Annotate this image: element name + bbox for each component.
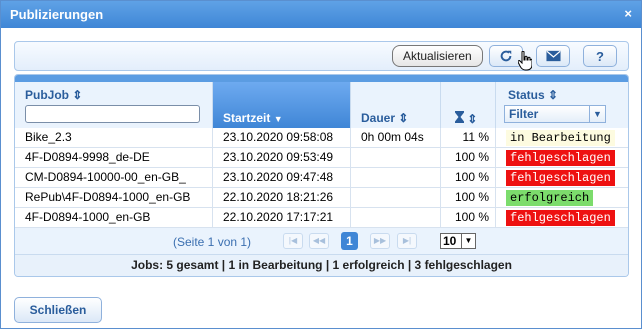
table-accent-bar: [15, 75, 628, 82]
page-info: (Seite 1 von 1): [173, 235, 252, 249]
percent-cell: 100 %: [441, 208, 496, 227]
sort-descending-icon: ▼: [273, 114, 283, 124]
status-cell: fehlgeschlagen: [496, 208, 628, 227]
dauer-cell: [351, 168, 441, 187]
column-header-pubjob[interactable]: PubJob ⇕: [15, 82, 213, 128]
status-filter-select[interactable]: Filter ▼: [504, 105, 606, 123]
percent-cell: 100 %: [441, 148, 496, 167]
prev-page-button[interactable]: ◀◀: [309, 233, 329, 249]
refresh-tooltip: Aktualisieren: [392, 45, 483, 67]
status-header-label: Status ⇕: [508, 88, 559, 102]
pubjob-filter-input[interactable]: [25, 105, 200, 123]
refresh-icon: [500, 50, 512, 62]
chevron-down-icon: ▼: [589, 106, 605, 122]
pager: (Seite 1 von 1) |◀ ◀◀ 1 ▶▶ ▶| 10 ▼: [15, 228, 628, 254]
status-badge: fehlgeschlagen: [506, 170, 615, 186]
toolbar: Aktualisieren ?: [14, 41, 629, 71]
status-filter-label: Filter: [509, 107, 539, 121]
page-size-value: 10: [443, 234, 457, 248]
startzeit-cell: 22.10.2020 18:21:26: [213, 188, 351, 207]
help-button[interactable]: ?: [583, 45, 617, 67]
column-header-status[interactable]: Status ⇕ Filter ▼: [496, 82, 628, 128]
jobs-summary: Jobs: 5 gesamt | 1 in Bearbeitung | 1 er…: [15, 254, 628, 276]
dauer-cell: [351, 208, 441, 227]
status-cell: in Bearbeitung: [496, 128, 628, 147]
hourglass-icon: [455, 111, 464, 123]
column-header-progress[interactable]: ⇕: [441, 82, 496, 128]
last-page-button[interactable]: ▶|: [397, 233, 417, 249]
dauer-cell: [351, 148, 441, 167]
table-row[interactable]: 4F-D0894-9998_de-DE 23.10.2020 09:53:49 …: [15, 148, 628, 168]
page-size-select[interactable]: 10 ▼: [440, 233, 476, 249]
status-cell: erfolgreich: [496, 188, 628, 207]
publication-dialog: Publizierungen × Aktualisieren ? PubJob …: [0, 0, 642, 329]
column-header-startzeit[interactable]: Startzeit ▼: [213, 82, 351, 128]
pubjob-cell: 4F-D0894-9998_de-DE: [15, 148, 213, 167]
status-badge: fehlgeschlagen: [506, 210, 615, 226]
percent-cell: 100 %: [441, 188, 496, 207]
startzeit-cell: 23.10.2020 09:58:08: [213, 128, 351, 147]
dialog-title: Publizierungen: [10, 7, 104, 22]
pubjob-cell: RePub\4F-D0894-1000_en-GB: [15, 188, 213, 207]
dauer-header-label: Dauer ⇕: [361, 111, 409, 125]
percent-cell: 100 %: [441, 168, 496, 187]
status-badge: fehlgeschlagen: [506, 150, 615, 166]
dauer-cell: 0h 00m 04s: [351, 128, 441, 147]
column-header-dauer[interactable]: Dauer ⇕: [351, 82, 441, 128]
table-row[interactable]: Bike_2.3 23.10.2020 09:58:08 0h 00m 04s …: [15, 128, 628, 148]
pubjob-header-label: PubJob ⇕: [25, 88, 83, 102]
table-row[interactable]: CM-D0894-10000-00_en-GB_ 23.10.2020 09:4…: [15, 168, 628, 188]
dialog-titlebar: Publizierungen ×: [1, 1, 641, 28]
table-row[interactable]: RePub\4F-D0894-1000_en-GB 22.10.2020 18:…: [15, 188, 628, 208]
chevron-down-icon: ▼: [461, 234, 475, 248]
envelope-icon: [545, 50, 561, 62]
email-button[interactable]: [536, 45, 570, 67]
startzeit-cell: 23.10.2020 09:47:48: [213, 168, 351, 187]
status-cell: fehlgeschlagen: [496, 168, 628, 187]
status-cell: fehlgeschlagen: [496, 148, 628, 167]
status-badge: in Bearbeitung: [506, 130, 615, 146]
pubjob-cell: Bike_2.3: [15, 128, 213, 147]
startzeit-cell: 22.10.2020 17:17:21: [213, 208, 351, 227]
table-row[interactable]: 4F-D0894-1000_en-GB 22.10.2020 17:17:21 …: [15, 208, 628, 228]
close-icon[interactable]: ×: [624, 6, 632, 21]
publication-table: PubJob ⇕ Startzeit ▼ Dauer ⇕ ⇕ Status ⇕ …: [14, 74, 629, 277]
startzeit-header-label: Startzeit ▼: [223, 111, 283, 125]
help-icon: ?: [596, 48, 604, 64]
pubjob-cell: 4F-D0894-1000_en-GB: [15, 208, 213, 227]
pubjob-cell: CM-D0894-10000-00_en-GB_: [15, 168, 213, 187]
progress-header-label: ⇕: [455, 111, 477, 126]
status-badge: erfolgreich: [506, 190, 594, 206]
next-page-button[interactable]: ▶▶: [370, 233, 390, 249]
first-page-button[interactable]: |◀: [283, 233, 303, 249]
dauer-cell: [351, 188, 441, 207]
hand-cursor-icon: [518, 51, 532, 71]
close-button[interactable]: Schließen: [14, 297, 102, 323]
startzeit-cell: 23.10.2020 09:53:49: [213, 148, 351, 167]
table-body: Bike_2.3 23.10.2020 09:58:08 0h 00m 04s …: [15, 128, 628, 228]
current-page-button[interactable]: 1: [341, 232, 358, 250]
percent-cell: 11 %: [441, 128, 496, 147]
